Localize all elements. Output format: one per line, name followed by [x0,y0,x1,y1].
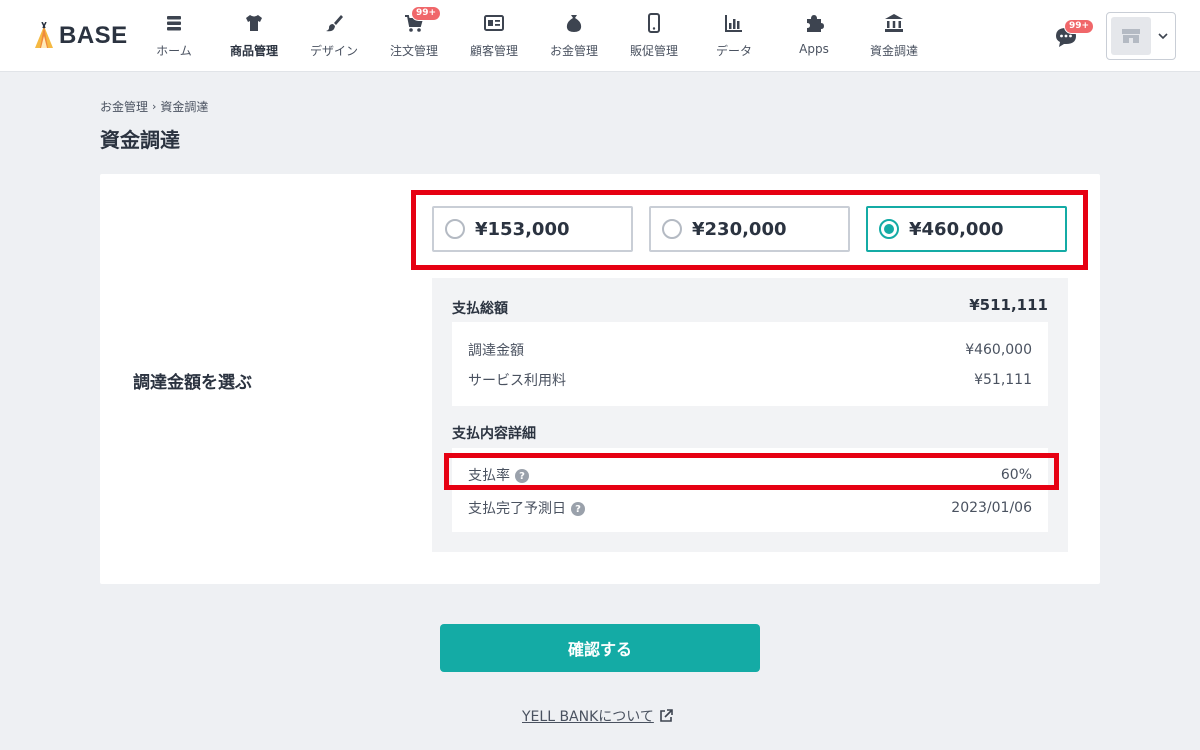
top-header: BASE ホーム 商品管理 デザイン 99+ 注文管理 顧客管理 お金管理 販促… [0,0,1200,72]
nav-design[interactable]: デザイン [294,0,374,72]
nav-customers[interactable]: 顧客管理 [454,0,534,72]
amount-option-2[interactable]: ¥230,000 [649,206,850,252]
nav-label: データ [715,44,752,58]
amount-option-3[interactable]: ¥460,000 [866,206,1067,252]
orders-badge: 99+ [411,6,442,21]
base-logo[interactable]: BASE [32,20,128,52]
nav-label: 商品管理 [229,44,278,58]
nav-label: ホーム [156,44,192,58]
nav-data[interactable]: データ [694,0,774,72]
nav-orders[interactable]: 99+ 注文管理 [374,0,454,72]
row-value: 2023/01/06 [951,500,1032,516]
nav-label: お金管理 [549,44,598,58]
amount-option-label: ¥230,000 [692,218,787,240]
amount-option-label: ¥153,000 [475,218,570,240]
radio-button[interactable] [662,219,682,239]
help-icon[interactable]: ? [571,502,585,516]
nav-label: Apps [799,42,829,56]
yell-bank-link[interactable]: YELL BANKについて [522,706,673,726]
page-title: 資金調達 [100,128,180,152]
rate-highlight [444,453,1059,490]
home-list-icon [167,16,181,31]
puzzle-icon [807,15,824,32]
funding-card: 調達金額を選ぶ ¥153,000 ¥230,000 ¥460,000 支払総額 … [100,174,1100,584]
breadcrumb: お金管理 › 資金調達 [100,98,208,115]
breakdown-row: 調達金額 ¥460,000 [468,340,1032,360]
section-label: 調達金額を選ぶ [133,373,252,393]
amount-option-1[interactable]: ¥153,000 [432,206,633,252]
bank-icon [885,14,903,32]
nav-funding[interactable]: 資金調達 [854,0,934,72]
nav-apps[interactable]: Apps [774,0,854,72]
shop-menu-button[interactable] [1106,12,1176,60]
breakdown-row: サービス利用料 ¥51,111 [468,370,1032,390]
chevron-down-icon [1158,33,1168,40]
total-label: 支払総額 [452,301,508,317]
row-value: ¥51,111 [974,372,1032,388]
chat-badge: 99+ [1064,19,1095,34]
brush-icon [326,15,343,32]
nav-label: 資金調達 [869,44,918,58]
nav-promotion[interactable]: 販促管理 [614,0,694,72]
row-label: サービス利用料 [468,373,566,389]
row-label: 支払完了予測日? [468,498,585,518]
tshirt-icon [246,15,262,31]
yell-bank-link-text: YELL BANKについて [522,709,654,725]
chat-button[interactable]: 99+ [1055,19,1095,48]
detail-heading: 支払内容詳細 [452,426,536,442]
nav-label: 注文管理 [389,44,438,58]
nav-label: 販促管理 [629,44,678,58]
nav-label: デザイン [309,44,358,58]
breadcrumb-current: 資金調達 [160,100,209,114]
radio-button-selected[interactable] [879,219,899,239]
detail-row-date: 支払完了予測日? 2023/01/06 [468,498,1032,518]
confirm-button[interactable]: 確認する [440,624,760,672]
shop-avatar [1111,17,1151,55]
total-breakdown: 調達金額 ¥460,000 サービス利用料 ¥51,111 [452,322,1048,406]
bar-chart-icon [725,15,742,32]
amount-option-label: ¥460,000 [909,218,1004,240]
row-value: ¥460,000 [965,342,1032,358]
money-bag-icon [566,15,582,32]
row-label: 調達金額 [468,343,524,359]
total-value: ¥511,111 [969,296,1048,314]
nav-products[interactable]: 商品管理 [214,0,294,72]
logo-text: BASE [59,22,128,49]
smartphone-icon [648,13,660,33]
tipi-logo-icon [35,22,53,48]
payment-summary: 支払総額 ¥511,111 調達金額 ¥460,000 サービス利用料 ¥51,… [432,278,1068,552]
nav-money[interactable]: お金管理 [534,0,614,72]
nav-home[interactable]: ホーム [134,0,214,72]
nav-label: 顧客管理 [469,44,518,58]
breadcrumb-parent[interactable]: お金管理 [100,98,148,115]
breadcrumb-separator: › [152,100,157,113]
store-icon [1122,29,1140,43]
date-label: 支払完了予測日 [468,501,566,517]
id-card-icon [484,15,504,31]
radio-button[interactable] [445,219,465,239]
external-link-icon [660,709,673,722]
